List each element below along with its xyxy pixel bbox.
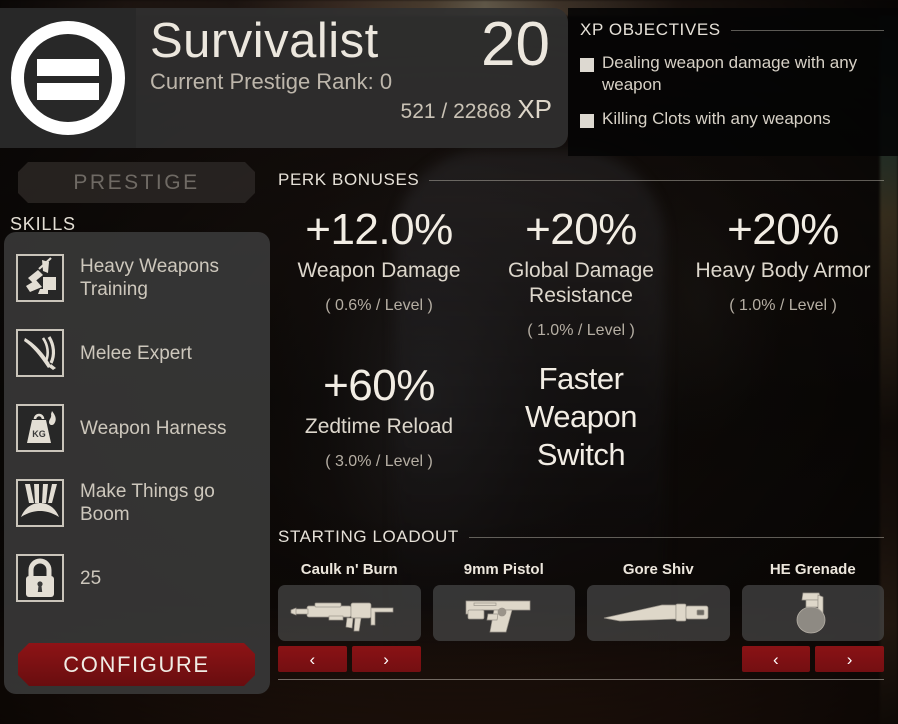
perk-xp-progress: 521 / 22868 XP xyxy=(401,94,552,125)
heavy-weapons-training-icon xyxy=(16,254,64,302)
perk-bonus-item: +20% Global Damage Resistance ( 1.0% / L… xyxy=(480,204,682,340)
loadout-slot-primary: Caulk n' Burn ‹ › xyxy=(278,561,421,672)
pistol-icon xyxy=(465,600,531,633)
loadout-weapon-name: Caulk n' Burn xyxy=(300,561,398,578)
sidebar-item-make-things-go-boom[interactable]: Make Things go Boom xyxy=(16,479,258,527)
loadout-slot-secondary: 9mm Pistol ‹ › xyxy=(432,561,575,672)
prev-weapon-button[interactable]: ‹ xyxy=(278,646,347,672)
perk-bonus-item: Faster Weapon Switch xyxy=(480,360,682,474)
weapon-thumbnail[interactable] xyxy=(741,585,884,641)
grenade-icon xyxy=(796,592,826,634)
loadout-grid: Caulk n' Burn ‹ › 9mm Pistol Gore Shiv H… xyxy=(278,561,884,672)
perk-bonus-per-level: ( 0.6% / Level ) xyxy=(325,297,433,314)
sidebar-item-locked-25[interactable]: 25 xyxy=(16,554,258,602)
xp-objective-item: Killing Clots with any weapons xyxy=(580,108,884,130)
weapon-thumbnail[interactable] xyxy=(432,585,575,641)
perk-bonus-label: Global Damage Resistance xyxy=(508,259,654,307)
perk-header-text: Survivalist Current Prestige Rank: 0 20 … xyxy=(136,8,568,148)
perk-level: 20 xyxy=(481,10,550,79)
loadout-slot-grenade: HE Grenade ‹ › xyxy=(741,561,884,672)
perk-bonus-label: Weapon Damage xyxy=(297,259,461,282)
perk-bonuses-title: PERK BONUSES xyxy=(278,170,420,189)
survivalist-perk-icon xyxy=(11,21,125,135)
perk-bonus-value: +60% xyxy=(323,361,435,410)
header-divider xyxy=(429,179,884,181)
xp-objectives-header: XP OBJECTIVES xyxy=(580,20,884,40)
perk-bonus-label: Heavy Body Armor xyxy=(695,259,871,282)
xp-objective-label: Dealing weapon damage with any weapon xyxy=(602,53,858,94)
knife-icon xyxy=(604,603,709,622)
perk-screen: Survivalist Current Prestige Rank: 0 20 … xyxy=(0,0,898,724)
perk-bonus-value: Faster Weapon Switch xyxy=(525,361,637,472)
perk-bonus-item: +20% Heavy Body Armor ( 1.0% / Level ) xyxy=(682,204,884,340)
checkbox-icon[interactable] xyxy=(580,58,594,72)
next-weapon-button[interactable]: › xyxy=(351,646,421,672)
perk-bonus-per-level: ( 3.0% / Level ) xyxy=(325,453,433,470)
sidebar-item-label: 25 xyxy=(80,567,102,589)
lock-icon xyxy=(16,554,64,602)
sidebar-item-melee-expert[interactable]: Melee Expert xyxy=(16,329,258,377)
perk-bonus-value: +12.0% xyxy=(305,205,453,254)
header-divider xyxy=(730,29,884,31)
loadout-arrows: ‹ › xyxy=(278,646,421,672)
loadout-weapon-name: Gore Shiv xyxy=(622,561,694,578)
sidebar-item-label: Weapon Harness xyxy=(80,417,227,439)
xp-objectives-panel: XP OBJECTIVES Dealing weapon damage with… xyxy=(568,8,898,156)
perk-bonus-value: +20% xyxy=(525,205,637,254)
header-divider xyxy=(468,536,884,538)
loadout-slot-melee: Gore Shiv ‹ › xyxy=(587,561,730,672)
perk-bonus-spacer xyxy=(682,360,884,474)
starting-loadout-header: STARTING LOADOUT xyxy=(278,527,884,547)
weapon-thumbnail[interactable] xyxy=(587,585,730,641)
sidebar-item-heavy-weapons-training[interactable]: Heavy Weapons Training xyxy=(16,254,258,302)
perk-logo-container xyxy=(0,8,136,148)
xp-objectives-title: XP OBJECTIVES xyxy=(580,20,721,39)
perk-bonus-item: +60% Zedtime Reload ( 3.0% / Level ) xyxy=(278,360,480,474)
skills-panel: Heavy Weapons Training Melee Expert KG W… xyxy=(4,232,270,694)
loadout-weapon-name: 9mm Pistol xyxy=(463,561,544,578)
perk-bonuses-section: PERK BONUSES +12.0% Weapon Damage ( 0.6%… xyxy=(278,170,884,474)
weapon-thumbnail[interactable] xyxy=(278,585,421,641)
xp-unit-label: XP xyxy=(517,94,552,124)
loadout-arrows: ‹ › xyxy=(741,646,884,672)
loadout-weapon-name: HE Grenade xyxy=(769,561,856,578)
sidebar-item-weapon-harness[interactable]: KG Weapon Harness xyxy=(16,404,258,452)
perk-header-card: Survivalist Current Prestige Rank: 0 20 … xyxy=(0,8,568,148)
loadout-bottom-divider xyxy=(278,679,884,680)
flamethrower-icon xyxy=(290,602,394,632)
prev-weapon-button[interactable]: ‹ xyxy=(741,646,811,672)
xp-objective-label: Killing Clots with any weapons xyxy=(602,109,831,128)
sidebar-item-label: Heavy Weapons Training xyxy=(80,256,220,300)
starting-loadout-section: STARTING LOADOUT Caulk n' Burn ‹ › 9mm P… xyxy=(278,527,884,680)
melee-expert-icon xyxy=(16,329,64,377)
perk-bonuses-header: PERK BONUSES xyxy=(278,170,884,190)
perk-bonuses-row-2: +60% Zedtime Reload ( 3.0% / Level ) Fas… xyxy=(278,360,884,474)
perk-bonus-label: Zedtime Reload xyxy=(304,415,454,438)
svg-text:KG: KG xyxy=(32,429,46,439)
prestige-button[interactable]: PRESTIGE xyxy=(18,162,255,203)
sidebar-item-label: Make Things go Boom xyxy=(80,481,215,525)
sidebar-item-label: Melee Expert xyxy=(80,342,192,364)
xp-values: 521 / 22868 xyxy=(400,100,512,123)
configure-button[interactable]: CONFIGURE xyxy=(18,643,255,686)
perk-bonus-value: +20% xyxy=(727,205,839,254)
perk-bonuses-row-1: +12.0% Weapon Damage ( 0.6% / Level ) +2… xyxy=(278,204,884,340)
perk-bonus-item: +12.0% Weapon Damage ( 0.6% / Level ) xyxy=(278,204,480,340)
xp-objective-item: Dealing weapon damage with any weapon xyxy=(580,52,884,96)
weapon-harness-icon: KG xyxy=(16,404,64,452)
make-things-go-boom-icon xyxy=(16,479,64,527)
next-weapon-button[interactable]: › xyxy=(815,646,884,672)
starting-loadout-title: STARTING LOADOUT xyxy=(278,527,459,546)
perk-bonus-per-level: ( 1.0% / Level ) xyxy=(527,322,635,339)
perk-bonus-per-level: ( 1.0% / Level ) xyxy=(729,297,837,314)
checkbox-icon[interactable] xyxy=(580,114,594,128)
